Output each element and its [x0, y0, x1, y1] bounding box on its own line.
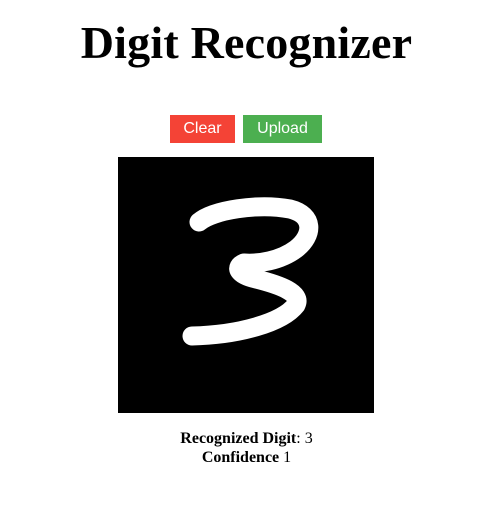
drawing-canvas-surface[interactable]: [118, 157, 374, 413]
recognized-digit-value: 3: [304, 430, 313, 447]
confidence-value: 1: [283, 449, 292, 466]
toolbar: Clear Upload: [0, 115, 493, 143]
drawing-canvas[interactable]: [118, 157, 374, 413]
confidence-row: Confidence 1: [0, 448, 493, 467]
recognized-digit-row: Recognized Digit: 3: [0, 429, 493, 448]
clear-button[interactable]: Clear: [170, 115, 235, 143]
upload-button[interactable]: Upload: [243, 115, 322, 143]
confidence-label: Confidence: [201, 449, 280, 466]
page-title: Digit Recognizer: [80, 17, 413, 68]
recognized-digit-label: Recognized Digit: [180, 430, 297, 447]
results-panel: Recognized Digit: 3 Confidence 1: [0, 429, 493, 467]
recognized-digit-separator: :: [296, 430, 301, 447]
